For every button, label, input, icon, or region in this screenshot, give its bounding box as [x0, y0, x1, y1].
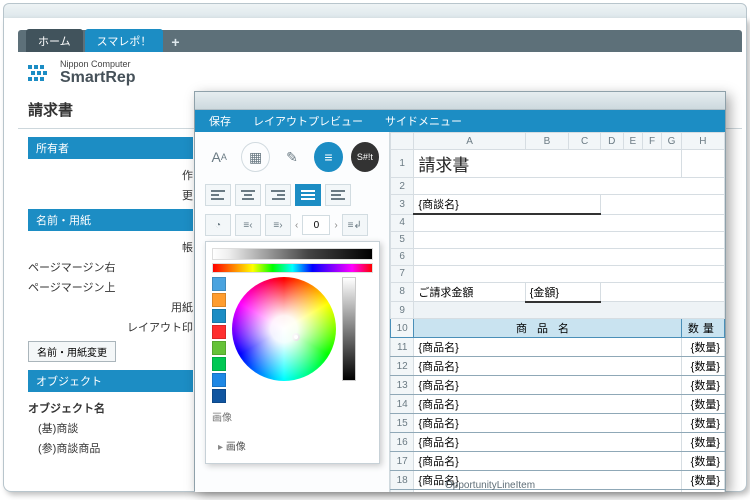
col-header[interactable]: G: [662, 133, 681, 150]
align-center-icon[interactable]: [235, 184, 261, 206]
owner-row-2: 更: [28, 185, 193, 205]
tab-home[interactable]: ホーム: [26, 29, 83, 52]
name-row-0: 帳: [28, 237, 193, 257]
format-panel: AA ▦ ✎ ≡ S#!t ◔ ≡‹ ≡› ‹: [195, 132, 390, 492]
table-row[interactable]: 11{商品名}{数量}: [391, 338, 725, 357]
cell-title[interactable]: 請求書: [414, 150, 681, 178]
color-swatch[interactable]: [212, 325, 226, 339]
align-distribute-icon[interactable]: [325, 184, 351, 206]
brand-text: Nippon Computer SmartRep: [60, 60, 136, 87]
color-picker: 画像 画像: [205, 241, 380, 464]
tab-bar: ホーム スマレポ！ +: [18, 30, 742, 52]
col-header[interactable]: E: [623, 133, 642, 150]
name-paper-header: 名前・用紙: [28, 209, 193, 231]
recent-swatches: [212, 277, 226, 403]
owner-header: 所有者: [28, 137, 193, 159]
menu-side-menu[interactable]: サイドメニュー: [385, 113, 462, 129]
tool-category-row: AA ▦ ✎ ≡ S#!t: [195, 132, 389, 180]
color-wheel[interactable]: [232, 277, 336, 381]
table-row[interactable]: 16{商品名}{数量}: [391, 433, 725, 452]
align-right-icon[interactable]: [265, 184, 291, 206]
spreadsheet: ABCDEFGH 1請求書 2 3{商談名} 4 5 6 7 8ご請求金額{金額…: [390, 132, 725, 492]
color-swatch[interactable]: [212, 309, 226, 323]
col-header[interactable]: D: [600, 133, 623, 150]
cell-hdr-name[interactable]: 商品名: [414, 319, 681, 338]
indent-row: ◔ ≡‹ ≡› ‹ › ≡↲: [195, 210, 389, 240]
main-window: ホーム スマレポ！ + Nippon Computer SmartRep 請求書…: [3, 18, 747, 492]
wrap-text-icon[interactable]: ≡↲: [342, 214, 368, 236]
layout-print-row: レイアウト印: [28, 317, 193, 337]
color-wheel-handle[interactable]: [292, 333, 300, 341]
col-header[interactable]: C: [569, 133, 601, 150]
opacity-icon[interactable]: ◔: [205, 214, 231, 236]
margin-top-label: ページマージン上: [28, 277, 193, 297]
editor-dialog: 保存 レイアウトプレビュー サイドメニュー AA ▦ ✎ ≡ S#!t: [194, 91, 726, 491]
color-swatch[interactable]: [212, 341, 226, 355]
table-row[interactable]: 12{商品名}{数量}: [391, 357, 725, 376]
col-header[interactable]: H: [681, 133, 724, 150]
color-swatch[interactable]: [212, 277, 226, 291]
color-swatch[interactable]: [212, 357, 226, 371]
object-header: オブジェクト: [28, 370, 193, 392]
brand-line2: SmartRep: [60, 69, 136, 86]
tab-add[interactable]: +: [165, 32, 185, 52]
editor-dialog-titlebar[interactable]: [195, 92, 725, 110]
tab-smarepo[interactable]: スマレポ！: [85, 29, 164, 52]
table-row[interactable]: 18{商品名}{数量}: [391, 471, 725, 490]
table-row[interactable]: 19{商品名}{数量}: [391, 490, 725, 493]
cell-amount[interactable]: {金額}: [525, 282, 600, 302]
cell-invoice-label[interactable]: ご請求金額: [414, 282, 525, 302]
hue-swatch-strip[interactable]: [212, 263, 373, 273]
col-header[interactable]: B: [525, 133, 569, 150]
table-row[interactable]: 17{商品名}{数量}: [391, 452, 725, 471]
picker-image-expand[interactable]: 画像: [212, 434, 373, 457]
font-tool-icon[interactable]: AA: [205, 142, 233, 172]
table-row[interactable]: 13{商品名}{数量}: [391, 376, 725, 395]
paper-row: 用紙: [28, 297, 193, 317]
align-left-icon[interactable]: [205, 184, 231, 206]
owner-row-1: 作: [28, 165, 193, 185]
object-1[interactable]: (基)商談: [28, 418, 193, 438]
eyedropper-tool-icon[interactable]: ✎: [278, 142, 306, 172]
outdent-icon[interactable]: ≡‹: [235, 214, 261, 236]
brand-logo-icon: [28, 63, 54, 85]
col-header[interactable]: F: [642, 133, 661, 150]
indent-icon[interactable]: ≡›: [265, 214, 291, 236]
sheet-preview[interactable]: ABCDEFGH 1請求書 2 3{商談名} 4 5 6 7 8ご請求金額{金額…: [390, 132, 725, 492]
brand-row: Nippon Computer SmartRep: [18, 52, 742, 93]
change-name-paper-button[interactable]: 名前・用紙変更: [28, 341, 116, 362]
object-2[interactable]: (参)商談商品: [28, 438, 193, 458]
margin-right-label: ページマージン右: [28, 257, 193, 277]
align-justify-icon[interactable]: [295, 184, 321, 206]
grayscale-swatch-strip[interactable]: [212, 248, 373, 260]
table-row[interactable]: 14{商品名}{数量}: [391, 395, 725, 414]
alignment-tool-icon[interactable]: ≡: [314, 142, 342, 172]
object-name-label: オブジェクト名: [28, 398, 193, 418]
brightness-slider[interactable]: [342, 277, 356, 381]
brand-line1: Nippon Computer: [60, 60, 136, 69]
editor-menu: 保存 レイアウトプレビュー サイドメニュー: [195, 110, 725, 132]
horizontal-align-row: [195, 180, 389, 210]
table-row[interactable]: 15{商品名}{数量}: [391, 414, 725, 433]
col-header[interactable]: [391, 133, 414, 150]
color-swatch[interactable]: [212, 293, 226, 307]
indent-value-input[interactable]: [302, 215, 330, 235]
color-swatch[interactable]: [212, 389, 226, 403]
script-tool-icon[interactable]: S#!t: [351, 142, 379, 172]
col-header[interactable]: A: [414, 133, 525, 150]
menu-save[interactable]: 保存: [209, 113, 231, 129]
cell-hdr-qty[interactable]: 数量: [681, 319, 724, 338]
border-tool-icon[interactable]: ▦: [241, 142, 269, 172]
cell-merchant[interactable]: {商談名}: [414, 195, 601, 215]
footer-path: OpportunityLineItem: [445, 480, 535, 491]
color-swatch[interactable]: [212, 373, 226, 387]
picker-image-label: 画像: [212, 409, 373, 424]
menu-layout-preview[interactable]: レイアウトプレビュー: [253, 113, 363, 129]
